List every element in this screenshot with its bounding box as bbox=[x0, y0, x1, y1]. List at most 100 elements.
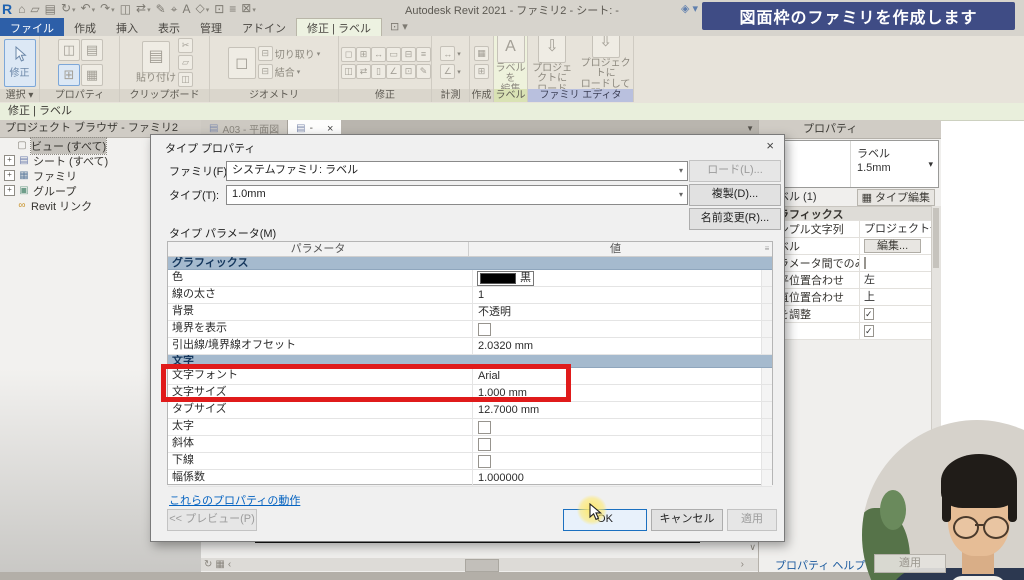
param-value[interactable]: 1 bbox=[473, 287, 761, 303]
clipboard-tool-icon[interactable]: ✂ bbox=[178, 38, 193, 53]
panel-label-クリップボード[interactable]: クリップボード bbox=[120, 89, 209, 102]
modify-tool-icon[interactable]: ◫ bbox=[341, 64, 356, 79]
scroll-right-icon[interactable]: › bbox=[741, 559, 744, 570]
modify-tool-icon[interactable]: ↔ bbox=[371, 47, 386, 62]
preview-button[interactable]: << プレビュー(P) bbox=[167, 509, 257, 531]
panel-label-選択 ▾[interactable]: 選択 ▾ bbox=[0, 89, 39, 102]
measure-row[interactable]: ↔▾ bbox=[440, 46, 461, 61]
geometry-tool-結合[interactable]: ⊟結合▾ bbox=[258, 64, 301, 79]
ribbon-tab-修正 | ラベル[interactable]: 修正 | ラベル bbox=[296, 18, 382, 37]
palette-param-value[interactable]: プロジェクト発行日... bbox=[859, 221, 931, 237]
checkbox[interactable] bbox=[478, 455, 491, 468]
edit-label-icon[interactable]: A bbox=[497, 36, 525, 63]
close-icon[interactable]: × bbox=[766, 138, 774, 153]
load-into-project-button[interactable]: ⇩プロジェクトにロードして閉じる bbox=[578, 36, 633, 89]
modify-tool-icon[interactable]: ▯ bbox=[371, 64, 386, 79]
modify-tool-icon[interactable]: ⇄ bbox=[356, 64, 371, 79]
param-value[interactable] bbox=[473, 436, 761, 452]
modify-tool-icon[interactable]: ∠ bbox=[386, 64, 401, 79]
palette-param-value[interactable]: 編集... bbox=[859, 238, 931, 254]
palette-param-value[interactable]: ✓ bbox=[859, 323, 931, 339]
param-value[interactable] bbox=[473, 419, 761, 435]
panel-label-プロパティ[interactable]: プロパティ bbox=[40, 89, 119, 102]
scrollbar-thumb[interactable] bbox=[465, 559, 499, 572]
type-select[interactable]: 1.0mm ▾ bbox=[226, 185, 688, 205]
drawing-canvas[interactable]: ∨ ↻ ▦ ‹ › bbox=[201, 538, 758, 572]
geometry-icon[interactable]: ⊟ bbox=[258, 64, 273, 79]
param-row-色[interactable]: 色黒 bbox=[168, 270, 772, 287]
checkbox[interactable]: ✓ bbox=[864, 325, 874, 337]
ribbon-tab-管理[interactable]: 管理 bbox=[190, 18, 232, 36]
expand-icon[interactable]: + bbox=[4, 185, 15, 196]
modify-tool-icon[interactable]: ⊞ bbox=[356, 47, 371, 62]
views-cube-icon[interactable]: ▦ bbox=[215, 559, 224, 570]
panel-label-ジオメトリ[interactable]: ジオメトリ bbox=[210, 89, 338, 102]
param-row-背景[interactable]: 背景不透明 bbox=[168, 304, 772, 321]
infocenter-icons[interactable]: ◈ ▾ bbox=[681, 2, 698, 15]
ribbon-tab-ファイル[interactable]: ファイル bbox=[0, 18, 64, 36]
panel-label-ファミリ エディタ[interactable]: ファミリ エディタ bbox=[528, 89, 633, 102]
geometry-icon[interactable]: ⊟ bbox=[258, 46, 273, 61]
modify-tool-icon[interactable]: ⊡ bbox=[401, 64, 416, 79]
tab-extra[interactable]: ⊡ ▾ bbox=[382, 18, 416, 38]
properties-tool-icon[interactable]: ◫ bbox=[58, 39, 80, 61]
properties-help-link[interactable]: プロパティ ヘルプ bbox=[775, 557, 865, 573]
create-similar-icon[interactable]: ⊞ bbox=[474, 64, 489, 79]
param-row-下線[interactable]: 下線 bbox=[168, 453, 772, 470]
expand-icon[interactable]: + bbox=[4, 170, 15, 181]
horizontal-scrollbar[interactable]: ↻ ▦ ‹ › bbox=[201, 558, 758, 571]
view-list-dropdown-icon[interactable]: ▼ bbox=[746, 124, 754, 133]
panel-label-修正[interactable]: 修正 bbox=[339, 89, 431, 102]
modify-tool-button[interactable]: 修正 bbox=[4, 39, 36, 87]
ribbon-tab-表示[interactable]: 表示 bbox=[148, 18, 190, 36]
angle-dimension-icon[interactable]: ∠ bbox=[440, 64, 455, 79]
param-row-引出線/境界線オフセット[interactable]: 引出線/境界線オフセット2.0320 mm bbox=[168, 338, 772, 355]
paste-icon[interactable]: ▤ bbox=[142, 41, 170, 73]
palette-apply-button[interactable]: 適用 bbox=[874, 554, 946, 573]
param-row-線の太さ[interactable]: 線の太さ1 bbox=[168, 287, 772, 304]
duplicate-button[interactable]: 複製(D)... bbox=[689, 184, 781, 206]
properties-tool-icon[interactable]: ▦ bbox=[81, 64, 103, 86]
checkbox[interactable] bbox=[478, 323, 491, 336]
properties-palette-toggle-icon[interactable]: ⊞ bbox=[58, 64, 80, 86]
palette-scrollbar-thumb[interactable] bbox=[933, 208, 939, 268]
ribbon-tab-挿入[interactable]: 挿入 bbox=[106, 18, 148, 36]
modify-tool-icon[interactable]: ≡ bbox=[416, 47, 431, 62]
family-select[interactable]: システムファミリ: ラベル ▾ bbox=[226, 161, 688, 181]
clipboard-tool-icon[interactable]: ▱ bbox=[178, 55, 193, 70]
param-row-幅係数[interactable]: 幅係数1.000000 bbox=[168, 470, 772, 487]
cancel-button[interactable]: キャンセル bbox=[651, 509, 723, 531]
param-value[interactable]: 1.000000 bbox=[473, 470, 761, 486]
load-into-project-icon[interactable]: ⇩ bbox=[538, 36, 566, 63]
load-into-project-button[interactable]: ⇩プロジェクトにロード bbox=[528, 36, 576, 89]
ribbon-tab-作成[interactable]: 作成 bbox=[64, 18, 106, 36]
param-value[interactable] bbox=[473, 453, 761, 469]
measure-row2[interactable]: ∠▾ bbox=[440, 64, 461, 79]
type-selector[interactable]: ラベル 1.5mm ▾ bbox=[761, 140, 939, 188]
edit-button[interactable]: 編集... bbox=[864, 239, 921, 253]
checkbox[interactable] bbox=[478, 438, 491, 451]
scroll-left-icon[interactable]: ‹ bbox=[228, 559, 231, 570]
param-column-header[interactable]: パラメータ bbox=[168, 242, 469, 256]
param-value[interactable]: 2.0320 mm bbox=[473, 338, 761, 354]
aligned-dimension-icon[interactable]: ↔ bbox=[440, 46, 455, 61]
properties-tool-icon[interactable]: ▤ bbox=[81, 39, 103, 61]
modify-tool-icon[interactable]: ◻ bbox=[341, 47, 356, 62]
expand-icon[interactable]: + bbox=[4, 155, 15, 166]
param-value[interactable] bbox=[473, 321, 761, 337]
load-into-project-icon[interactable]: ⇩ bbox=[592, 36, 620, 58]
clipboard-tool-icon[interactable]: ◫ bbox=[178, 72, 193, 87]
param-value[interactable]: 不透明 bbox=[473, 304, 761, 320]
panel-label-計測[interactable]: 計測 bbox=[432, 89, 469, 102]
rename-button[interactable]: 名前変更(R)... bbox=[689, 208, 781, 230]
checkbox[interactable]: ✓ bbox=[864, 308, 874, 320]
param-value[interactable]: 12.7000 mm bbox=[473, 402, 761, 418]
ribbon-tab-アドイン[interactable]: アドイン bbox=[232, 18, 296, 36]
paste-button[interactable]: ▤貼り付け bbox=[136, 41, 176, 84]
palette-param-value[interactable]: 左 bbox=[859, 272, 931, 288]
palette-param-value[interactable] bbox=[859, 255, 931, 271]
tab-close-icon[interactable]: × bbox=[327, 123, 333, 135]
nav-wheel-icon[interactable]: ↻ bbox=[204, 559, 212, 570]
checkbox[interactable] bbox=[864, 257, 866, 269]
param-row-太字[interactable]: 太字 bbox=[168, 419, 772, 436]
